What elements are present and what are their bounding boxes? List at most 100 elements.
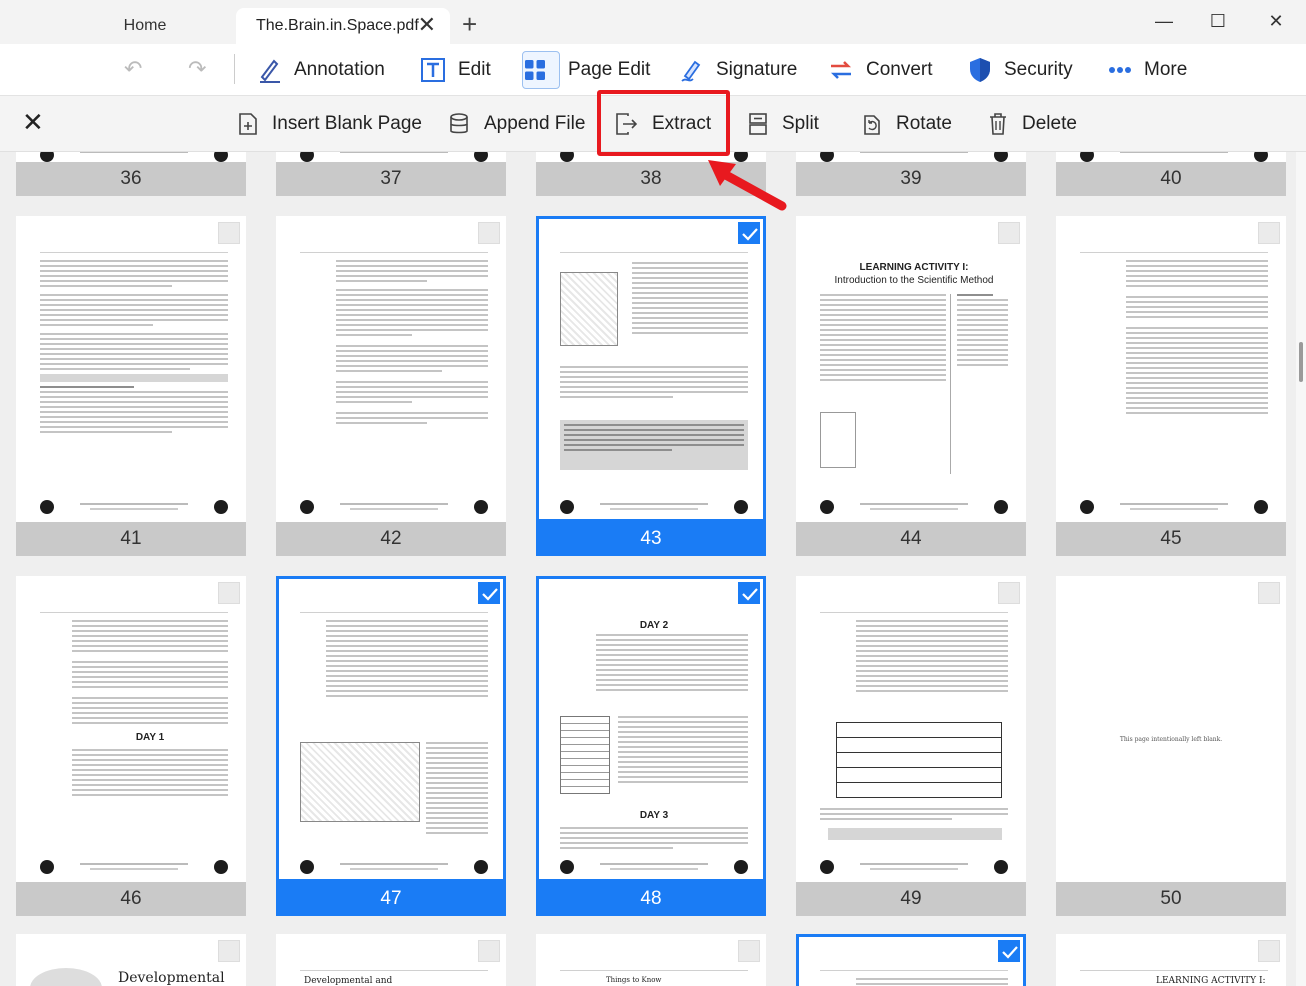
page-preview <box>1056 216 1286 522</box>
page-number: 40 <box>1056 162 1286 196</box>
signature-icon <box>681 60 701 82</box>
security-button[interactable]: Security <box>968 52 1073 88</box>
signature-button[interactable]: Signature <box>680 52 797 88</box>
page-preview <box>796 576 1026 882</box>
checkmark-icon <box>1002 946 1018 959</box>
page-checkbox[interactable] <box>1258 222 1280 244</box>
page-preview <box>276 216 506 522</box>
red-arrow-icon <box>708 160 787 211</box>
page-preview: Things to Know <box>536 934 766 986</box>
page-preview <box>276 576 506 882</box>
insert-blank-page-button[interactable]: Insert Blank Page <box>238 106 422 142</box>
pen-icon <box>260 59 280 83</box>
page-checkbox[interactable] <box>478 222 500 244</box>
close-page-edit-icon[interactable]: ✕ <box>22 108 44 136</box>
maximize-button[interactable]: ☐ <box>1198 8 1238 34</box>
page-number: 39 <box>796 162 1026 196</box>
main-toolbar: ↶ ↷ Annotation Edit Page Edit Signature … <box>0 44 1306 96</box>
page-checkbox[interactable] <box>218 582 240 604</box>
page-number: 37 <box>276 162 506 196</box>
more-label: More <box>1144 59 1188 80</box>
page-checkbox-checked[interactable] <box>478 582 500 604</box>
new-tab-button[interactable]: + <box>462 10 477 38</box>
page-checkbox[interactable] <box>478 940 500 962</box>
rotate-icon <box>864 115 880 135</box>
convert-icon <box>830 61 852 79</box>
page-preview <box>276 152 506 162</box>
rotate-button[interactable]: Rotate <box>860 106 952 142</box>
page-checkbox-checked[interactable] <box>738 222 760 244</box>
day-heading: DAY 2 <box>639 620 669 631</box>
title-bar: Home The.Brain.in.Space.pdf ✕ + — ☐ ✕ <box>0 0 1306 44</box>
page-checkbox[interactable] <box>998 222 1020 244</box>
trash-icon <box>990 113 1006 135</box>
page-checkbox[interactable] <box>998 582 1020 604</box>
page-number: 42 <box>276 522 506 556</box>
more-button[interactable]: More <box>1108 52 1187 88</box>
split-icon <box>749 113 767 135</box>
append-file-icon <box>450 113 468 134</box>
split-button[interactable]: Split <box>748 106 819 142</box>
edit-button[interactable]: Edit <box>420 52 491 88</box>
page-number: 47 <box>276 882 506 916</box>
extract-highlight-box <box>597 90 730 156</box>
page-number: 45 <box>1056 522 1286 556</box>
minimize-button[interactable]: — <box>1144 8 1184 34</box>
page-preview <box>1056 152 1286 162</box>
annotation-button[interactable]: Annotation <box>258 52 385 88</box>
page-preview: DAY 1 <box>16 576 246 882</box>
tab-home[interactable]: Home <box>60 8 230 44</box>
day-heading: DAY 1 <box>135 732 165 743</box>
append-file-button[interactable]: Append File <box>448 106 585 142</box>
page-checkbox[interactable] <box>738 940 760 962</box>
page-preview <box>796 934 1026 986</box>
page-preview: LEARNING ACTIVITY I: Introduction to the… <box>796 216 1026 522</box>
activity-subtitle: Introduction to the Scientific Method <box>834 275 994 286</box>
checkmark-icon <box>742 228 758 241</box>
delete-button[interactable]: Delete <box>988 106 1077 142</box>
tab-home-label: Home <box>123 17 167 34</box>
section-heading: Developmental and <box>304 976 393 986</box>
annotation-label: Annotation <box>294 59 385 80</box>
page-checkbox-checked[interactable] <box>738 582 760 604</box>
page-number: 41 <box>16 522 246 556</box>
data-table <box>560 716 610 794</box>
page-number: 48 <box>536 882 766 916</box>
checkmark-icon <box>482 588 498 601</box>
page-preview <box>796 152 1026 162</box>
redo-icon[interactable]: ↷ <box>188 56 206 82</box>
page-number: 49 <box>796 882 1026 916</box>
page-checkbox-checked[interactable] <box>998 940 1020 962</box>
page-number: 50 <box>1056 882 1286 916</box>
section-heading: Developmental <box>118 970 225 986</box>
page-number: 36 <box>16 162 246 196</box>
section-heading: LEARNING ACTIVITY I: <box>1156 976 1266 986</box>
blank-page-note: This page intentionally left blank. <box>1119 736 1223 743</box>
split-label: Split <box>782 113 819 134</box>
convert-label: Convert <box>866 59 933 80</box>
close-window-button[interactable]: ✕ <box>1256 8 1296 34</box>
page-checkbox[interactable] <box>1258 582 1280 604</box>
edit-label: Edit <box>458 59 491 80</box>
day-heading-2: DAY 3 <box>639 810 669 821</box>
convert-button[interactable]: Convert <box>828 52 933 88</box>
page-preview <box>536 216 766 522</box>
page-preview <box>16 152 246 162</box>
section-heading: Things to Know <box>606 976 662 984</box>
illustration-image <box>560 272 618 346</box>
page-checkbox[interactable] <box>1258 940 1280 962</box>
insert-page-icon <box>239 113 257 135</box>
page-preview: LEARNING ACTIVITY I: <box>1056 934 1286 986</box>
tab-document[interactable]: The.Brain.in.Space.pdf ✕ <box>236 8 450 44</box>
close-tab-icon[interactable]: ✕ <box>418 14 436 36</box>
page-checkbox[interactable] <box>218 222 240 244</box>
scrollbar-thumb[interactable] <box>1299 342 1303 382</box>
security-label: Security <box>1004 59 1073 80</box>
insert-blank-page-label: Insert Blank Page <box>272 113 422 134</box>
page-edit-button[interactable]: Page Edit <box>522 51 650 89</box>
page-checkbox[interactable] <box>218 940 240 962</box>
toolbar-divider <box>234 54 235 84</box>
vertical-scrollbar[interactable] <box>1296 152 1306 986</box>
undo-icon[interactable]: ↶ <box>124 56 142 82</box>
page-number: 43 <box>536 522 766 556</box>
